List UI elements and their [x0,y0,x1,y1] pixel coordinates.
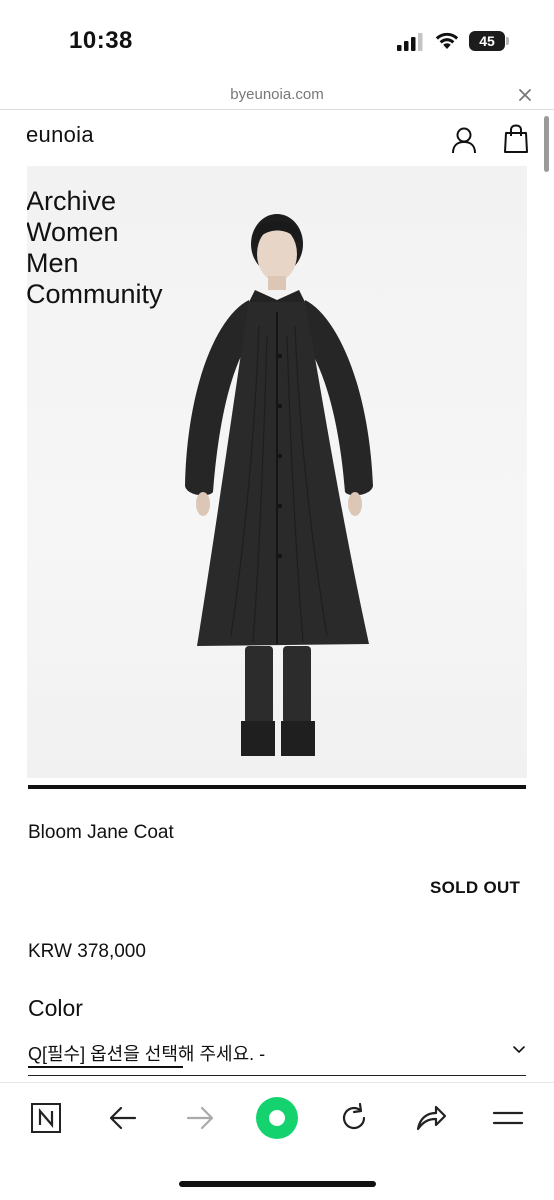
browser-toolbar [0,1082,554,1200]
cellular-signal-icon [397,33,423,51]
product-image[interactable]: Archive Women Men Community [27,166,527,778]
menu-icon[interactable] [488,1098,528,1138]
option-label: Color [28,995,83,1021]
close-icon[interactable] [514,84,536,106]
page-scrollbar[interactable] [544,116,549,172]
browser-url-bar[interactable]: byeunoia.com [0,80,554,110]
battery-icon: 45 [469,31,509,51]
wifi-icon [435,32,459,49]
nav-item-men[interactable]: Men [27,248,163,279]
shopping-bag-icon[interactable] [503,124,529,154]
url-text[interactable]: byeunoia.com [0,86,554,103]
chevron-down-icon[interactable] [512,1044,526,1056]
home-icon[interactable] [256,1097,298,1139]
site-nav-menu: Archive Women Men Community [27,186,163,310]
battery-level: 45 [469,31,505,51]
share-icon[interactable] [411,1098,451,1138]
account-icon[interactable] [451,126,477,154]
product-price: KRW 378,000 [28,941,146,962]
status-bar: 10:38 45 [0,0,554,80]
section-divider [28,785,526,789]
nav-item-archive[interactable]: Archive [27,186,163,217]
forward-arrow-icon[interactable] [180,1098,220,1138]
back-arrow-icon[interactable] [103,1098,143,1138]
site-logo[interactable]: eunoia [26,122,94,148]
color-option-select[interactable]: Q[필수] 옵션을 선택해 주세요. - [28,1034,526,1076]
option-select-value[interactable]: Q[필수] 옵션을 선택해 주세요. - [28,1040,265,1066]
nav-item-community[interactable]: Community [27,279,163,310]
status-time: 10:38 [69,27,133,54]
naver-n-icon[interactable] [26,1098,66,1138]
home-indicator [179,1181,376,1187]
product-name: Bloom Jane Coat [28,822,174,843]
sold-out-status: SOLD OUT [430,878,521,897]
nav-item-women[interactable]: Women [27,217,163,248]
option-text-underline [28,1066,183,1068]
reload-icon[interactable] [334,1098,374,1138]
